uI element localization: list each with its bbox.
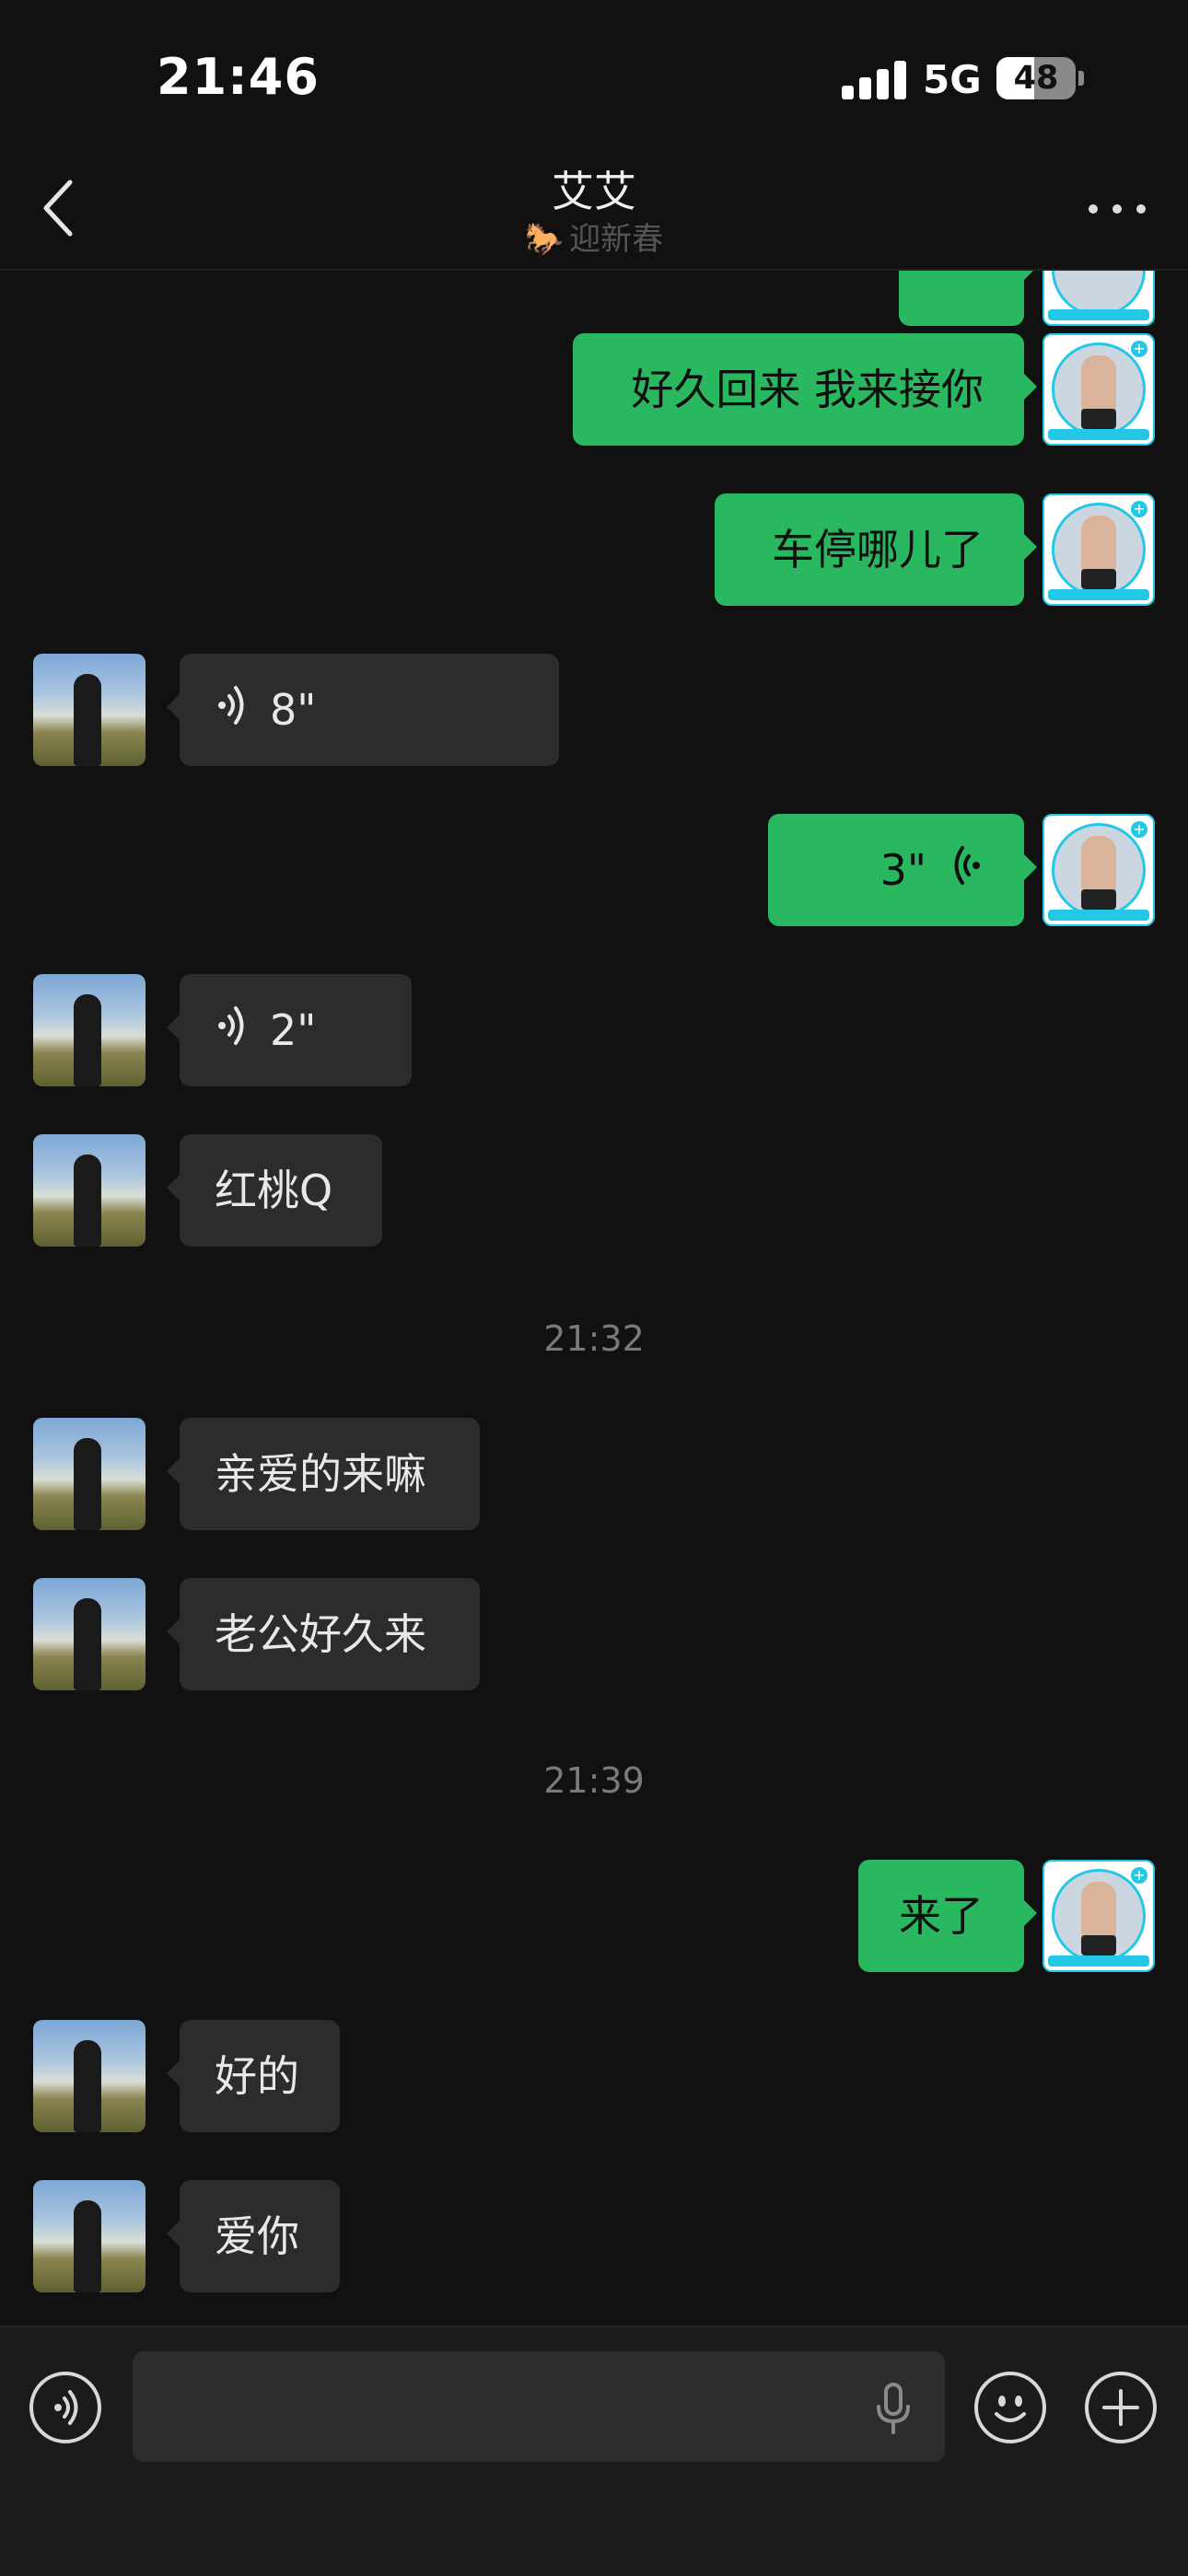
battery-tip bbox=[1078, 71, 1084, 86]
status-bar: 21:46 5G 48 bbox=[0, 0, 1188, 147]
contact-avatar[interactable] bbox=[33, 1418, 146, 1530]
voice-duration: 2" bbox=[270, 1005, 317, 1055]
emoji-icon[interactable] bbox=[974, 2372, 1046, 2443]
voice-message-bubble[interactable]: 3" bbox=[768, 814, 1037, 926]
voice-duration: 3" bbox=[879, 845, 926, 895]
incoming-message-bubble[interactable]: 亲爱的来嘛 bbox=[167, 1418, 480, 1530]
incoming-message-bubble[interactable]: 老公好久来 bbox=[167, 1578, 480, 1690]
outgoing-message-bubble[interactable]: 车停哪儿了 bbox=[715, 493, 1037, 606]
input-bar bbox=[0, 2326, 1188, 2576]
status-time: 21:46 bbox=[157, 48, 320, 106]
network-type: 5G bbox=[923, 57, 982, 102]
voice-wave-icon bbox=[215, 978, 251, 1090]
my-avatar[interactable]: + bbox=[1042, 1860, 1155, 1972]
incoming-message-bubble[interactable]: 爱你 bbox=[167, 2180, 340, 2292]
ellipsis-icon[interactable] bbox=[1081, 190, 1155, 226]
voice-message-bubble[interactable]: 8" bbox=[167, 654, 559, 766]
voice-wave-icon bbox=[947, 818, 984, 930]
chat-status-text: 迎新春 bbox=[569, 221, 664, 258]
contact-avatar[interactable] bbox=[33, 1134, 146, 1247]
message-timestamp: 21:39 bbox=[543, 1760, 645, 1801]
incoming-message-bubble[interactable]: 好的 bbox=[167, 2020, 340, 2132]
outgoing-message-bubble[interactable]: 来了 bbox=[858, 1860, 1037, 1972]
my-avatar[interactable]: + bbox=[1042, 493, 1155, 606]
chat-title[interactable]: 艾艾 bbox=[0, 158, 1188, 219]
chat-status: 🐎 迎新春 bbox=[0, 214, 1188, 259]
contact-avatar[interactable] bbox=[33, 974, 146, 1086]
message-timestamp: 21:32 bbox=[543, 1318, 645, 1359]
horse-icon: 🐎 bbox=[524, 221, 565, 258]
outgoing-message-bubble[interactable]: 好久回来 我来接你 bbox=[573, 333, 1037, 446]
incoming-message-bubble[interactable]: 红桃Q bbox=[167, 1134, 382, 1247]
contact-avatar[interactable] bbox=[33, 2020, 146, 2132]
plus-icon[interactable] bbox=[1085, 2372, 1157, 2443]
my-avatar[interactable]: + bbox=[1042, 333, 1155, 446]
microphone-icon[interactable] bbox=[873, 2383, 914, 2434]
contact-avatar[interactable] bbox=[33, 2180, 146, 2292]
contact-avatar[interactable] bbox=[33, 654, 146, 766]
voice-message-bubble[interactable]: 2" bbox=[167, 974, 412, 1086]
voice-duration: 8" bbox=[270, 685, 317, 735]
message-bubble-partial[interactable] bbox=[899, 269, 1037, 326]
my-avatar[interactable]: + bbox=[1042, 814, 1155, 926]
my-avatar[interactable] bbox=[1042, 269, 1155, 326]
message-list[interactable]: + 好久回来 我来接你 + 车停哪儿了 8" +3" 2" 红桃Q 21:32 亲爱的来嘛 老公好久… bbox=[0, 269, 1188, 2326]
battery-level: 48 bbox=[1013, 60, 1059, 97]
cellular-signal-icon bbox=[842, 61, 908, 99]
contact-avatar[interactable] bbox=[33, 1578, 146, 1690]
voice-mode-icon[interactable] bbox=[29, 2372, 101, 2443]
chat-header: 艾艾 🐎 迎新春 bbox=[0, 147, 1188, 271]
message-input[interactable] bbox=[133, 2351, 945, 2462]
voice-wave-icon bbox=[215, 657, 251, 770]
battery-icon: 48 bbox=[996, 57, 1076, 99]
